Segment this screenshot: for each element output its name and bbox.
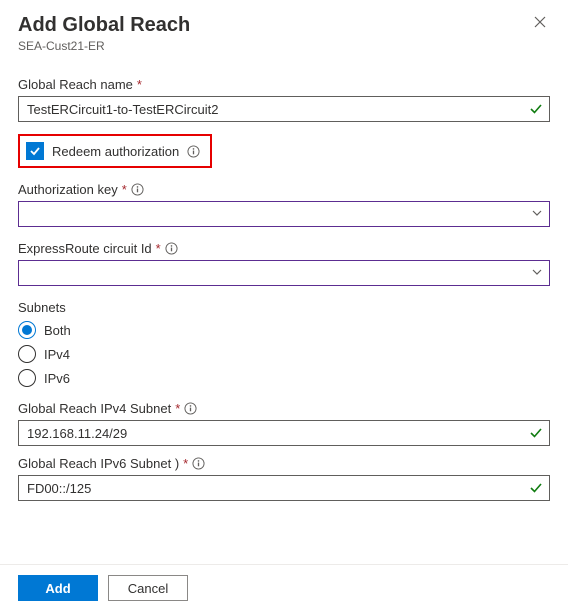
info-icon[interactable] <box>131 183 144 196</box>
required-star: * <box>156 241 161 256</box>
footer-separator <box>0 564 568 565</box>
ipv4-subnet-label: Global Reach IPv4 Subnet * <box>18 401 550 416</box>
redeem-authorization-checkbox[interactable] <box>26 142 44 160</box>
subnets-radio-ipv6[interactable]: IPv6 <box>18 369 550 387</box>
redeem-authorization-label: Redeem authorization <box>52 144 179 159</box>
label-text: Global Reach name <box>18 77 133 92</box>
info-icon[interactable] <box>187 145 200 158</box>
subnets-label: Subnets <box>18 300 550 315</box>
ipv6-subnet-label: Global Reach IPv6 Subnet ) * <box>18 456 550 471</box>
subnets-radio-ipv4[interactable]: IPv4 <box>18 345 550 363</box>
input-value: TestERCircuit1-to-TestERCircuit2 <box>27 102 529 117</box>
chevron-down-icon <box>531 266 543 281</box>
checkmark-icon <box>29 145 41 157</box>
input-value: 192.168.11.24/29 <box>27 426 529 441</box>
close-icon <box>534 16 546 28</box>
radio-label: IPv4 <box>44 347 70 362</box>
global-reach-name-input[interactable]: TestERCircuit1-to-TestERCircuit2 <box>18 96 550 122</box>
circuit-id-label: ExpressRoute circuit Id * <box>18 241 550 256</box>
add-button[interactable]: Add <box>18 575 98 601</box>
subnets-radio-both[interactable]: Both <box>18 321 550 339</box>
cancel-button[interactable]: Cancel <box>108 575 188 601</box>
dialog-footer: Add Cancel <box>18 574 550 601</box>
circuit-id-input[interactable] <box>18 260 550 286</box>
chevron-down-icon <box>531 207 543 222</box>
label-text: Authorization key <box>18 182 118 197</box>
authorization-key-label: Authorization key * <box>18 182 550 197</box>
radio-label: IPv6 <box>44 371 70 386</box>
required-star: * <box>122 182 127 197</box>
authorization-key-input[interactable] <box>18 201 550 227</box>
info-icon[interactable] <box>184 402 197 415</box>
close-button[interactable] <box>530 14 550 34</box>
required-star: * <box>137 77 142 92</box>
ipv6-subnet-input[interactable]: FD00::/125 <box>18 475 550 501</box>
valid-check-icon <box>529 426 543 440</box>
panel-title: Add Global Reach <box>18 14 190 37</box>
label-text: Global Reach IPv4 Subnet <box>18 401 171 416</box>
valid-check-icon <box>529 481 543 495</box>
redeem-authorization-highlight: Redeem authorization <box>18 134 212 168</box>
input-value: FD00::/125 <box>27 481 529 496</box>
info-icon[interactable] <box>165 242 178 255</box>
radio-icon <box>18 345 36 363</box>
radio-label: Both <box>44 323 71 338</box>
required-star: * <box>175 401 180 416</box>
info-icon[interactable] <box>192 457 205 470</box>
global-reach-name-label: Global Reach name * <box>18 77 550 92</box>
required-star: * <box>183 456 188 471</box>
label-text: ExpressRoute circuit Id <box>18 241 152 256</box>
radio-icon <box>18 321 36 339</box>
radio-icon <box>18 369 36 387</box>
ipv4-subnet-input[interactable]: 192.168.11.24/29 <box>18 420 550 446</box>
valid-check-icon <box>529 102 543 116</box>
label-text: Global Reach IPv6 Subnet ) <box>18 456 179 471</box>
panel-subtitle: SEA-Cust21-ER <box>18 39 550 53</box>
